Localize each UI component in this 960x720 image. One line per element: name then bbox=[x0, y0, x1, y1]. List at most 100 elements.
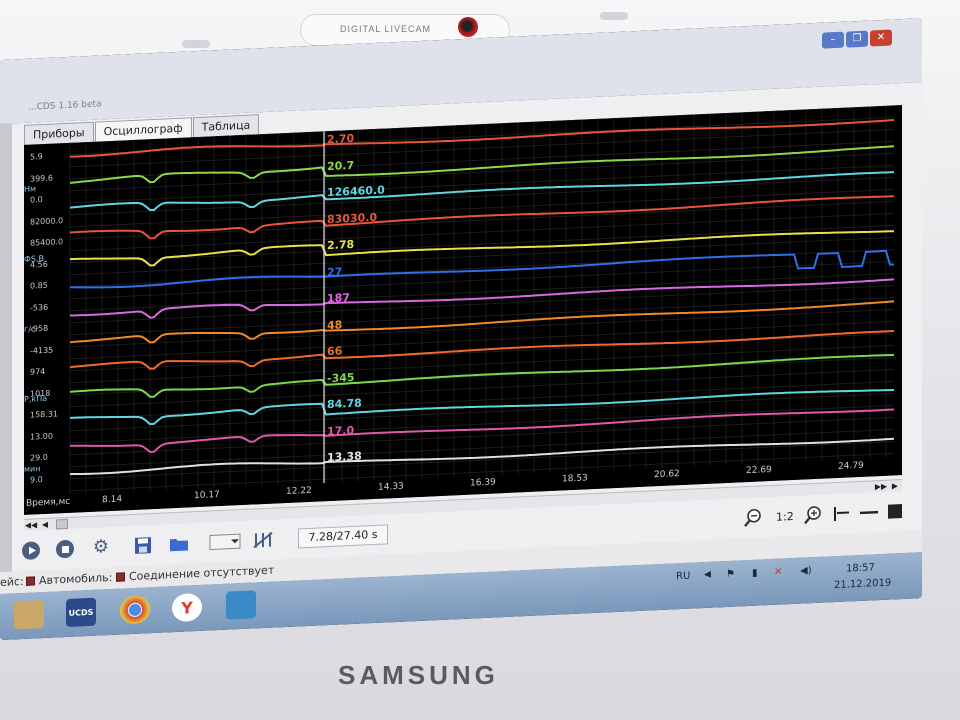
brand-logo: SAMSUNG bbox=[338, 660, 499, 690]
webcam-label: DIGITAL LIVECAM bbox=[340, 24, 432, 34]
play-icon bbox=[22, 541, 40, 561]
scroll-right-icon[interactable]: ▶ bbox=[888, 480, 902, 493]
language-indicator[interactable]: RU bbox=[676, 571, 690, 583]
tray-expand-icon[interactable]: ◀ bbox=[704, 570, 711, 580]
status-connection: Соединение отсутствует bbox=[116, 564, 274, 584]
value-label-ch3: 126460.0 bbox=[327, 183, 385, 200]
ucds-taskbar-icon[interactable]: UCDS bbox=[66, 597, 96, 628]
time-tick-label: 16.39 bbox=[470, 477, 496, 489]
save-icon bbox=[135, 537, 151, 554]
app-window: Приборы Осциллограф Таблица 5.9 399.6 0.0 8… bbox=[0, 82, 922, 595]
webcam-lens bbox=[458, 17, 478, 37]
chrome-taskbar-icon[interactable] bbox=[120, 595, 150, 625]
zoom-in-icon bbox=[804, 506, 821, 525]
zoom-out-icon bbox=[744, 508, 761, 527]
laptop-screen: ...CDS 1.16 beta – ❐ ✕ Приборы Осциллогр… bbox=[0, 18, 922, 641]
volume-icon[interactable]: ◀) bbox=[800, 565, 812, 577]
axis-unit-label: Р,кПа bbox=[24, 393, 48, 404]
y-scale-label: -4135 bbox=[30, 345, 54, 356]
scroll-right-end-icon[interactable]: ▶▶ bbox=[874, 481, 888, 494]
stop-button[interactable] bbox=[54, 539, 76, 560]
markers-button[interactable] bbox=[252, 530, 274, 551]
battery-icon[interactable]: ▮ bbox=[752, 568, 758, 579]
time-tick-label: 20.62 bbox=[654, 469, 680, 481]
line-button[interactable] bbox=[858, 502, 880, 523]
y-scale-label: 0.85 bbox=[30, 280, 48, 291]
open-button[interactable] bbox=[168, 533, 190, 554]
yandex-taskbar-icon[interactable]: Y bbox=[172, 592, 202, 623]
value-label-ch12: 17.0 bbox=[327, 423, 355, 438]
time-position-field[interactable]: 7.28/27.40 s bbox=[298, 524, 388, 549]
time-axis-label: Время,мс bbox=[26, 496, 71, 509]
play-button[interactable] bbox=[20, 540, 42, 561]
y-scale-label: 399.6 bbox=[30, 173, 53, 184]
scope-grid bbox=[69, 105, 894, 495]
zoom-out-button[interactable] bbox=[742, 507, 764, 528]
value-label-ch7: 187 bbox=[327, 291, 350, 306]
network-icon[interactable]: ✕ bbox=[774, 566, 782, 577]
value-label-ch4: 83030.0 bbox=[327, 210, 378, 226]
y-scale-label: 82000.0 bbox=[30, 215, 64, 227]
dropdown-icon bbox=[209, 533, 241, 550]
minimize-button[interactable]: – bbox=[822, 31, 844, 49]
trace-ch11 bbox=[70, 388, 894, 426]
value-label-ch1: 2.70 bbox=[327, 131, 355, 147]
filled-square-icon bbox=[888, 504, 902, 519]
y-scale-label: 29.0 bbox=[30, 452, 48, 463]
close-button[interactable]: ✕ bbox=[870, 29, 892, 47]
fill-button[interactable] bbox=[884, 501, 906, 522]
value-label-ch2: 20.7 bbox=[327, 158, 355, 173]
time-tick-label: 24.79 bbox=[838, 460, 864, 472]
time-tick-label: 22.69 bbox=[746, 464, 772, 477]
clock-time[interactable]: 18:57 bbox=[846, 562, 875, 574]
time-tick-label: 12.22 bbox=[286, 485, 312, 498]
file-manager-taskbar-icon[interactable] bbox=[14, 600, 44, 630]
status-connection-label: Соединение отсутствует bbox=[129, 563, 275, 584]
y-scale-labels: 5.9 399.6 0.0 82000.0 85400.0 4.56 0.85 -536 -95… bbox=[24, 143, 70, 497]
save-button[interactable] bbox=[132, 535, 154, 556]
value-label-ch13: 13.38 bbox=[327, 449, 362, 465]
y-scale-label: 5.9 bbox=[30, 152, 43, 162]
zoom-in-button[interactable] bbox=[802, 505, 824, 526]
time-tick-label: 8.14 bbox=[102, 494, 123, 506]
cursor-button[interactable] bbox=[830, 503, 852, 524]
bezel-bump-left bbox=[182, 40, 210, 48]
y-scale-label: 974 bbox=[30, 366, 46, 377]
value-label-ch8: 48 bbox=[327, 317, 343, 332]
car-status-icon bbox=[26, 576, 35, 586]
value-label-ch9: 66 bbox=[327, 344, 343, 359]
time-tick-label: 14.33 bbox=[378, 481, 404, 493]
photo-stage: DIGITAL LIVECAM SAMSUNG ...CDS 1.16 beta… bbox=[0, 0, 960, 720]
scroll-left-icon[interactable]: ◀ bbox=[38, 519, 52, 532]
clock-date[interactable]: 21.12.2019 bbox=[834, 578, 891, 592]
window-controls: – ❐ ✕ bbox=[822, 29, 892, 49]
scroll-thumb[interactable] bbox=[56, 518, 68, 530]
status-car: Автомобиль: bbox=[26, 571, 112, 588]
zoom-ratio: 1:2 bbox=[776, 509, 794, 524]
stop-icon bbox=[56, 539, 74, 559]
status-car-label: Автомобиль: bbox=[39, 570, 113, 588]
value-label-ch10: -345 bbox=[327, 370, 355, 385]
connection-status-icon bbox=[116, 572, 125, 582]
channel-select-button[interactable] bbox=[208, 531, 242, 553]
scroll-left-end-icon[interactable]: ◀◀ bbox=[24, 519, 38, 532]
axis-unit-label: Нм bbox=[24, 184, 37, 194]
bezel-bump-right bbox=[600, 12, 628, 20]
settings-button[interactable]: ⚙ bbox=[90, 536, 112, 558]
flag-icon[interactable]: ⚑ bbox=[726, 569, 735, 580]
value-label-ch6: 27 bbox=[327, 264, 343, 279]
oscilloscope-panel[interactable]: 5.9 399.6 0.0 82000.0 85400.0 4.56 0.85 -536 -95… bbox=[24, 105, 902, 515]
messenger-taskbar-icon[interactable] bbox=[226, 590, 256, 620]
y-scale-label: 158.31 bbox=[30, 409, 58, 420]
time-tick-label: 10.17 bbox=[194, 490, 220, 502]
restore-button[interactable]: ❐ bbox=[846, 30, 868, 48]
axis-unit-label: г/с bbox=[24, 324, 36, 334]
value-label-ch11: 84.78 bbox=[327, 396, 362, 412]
y-scale-label: 0.0 bbox=[30, 195, 43, 205]
y-scale-label: -536 bbox=[30, 302, 49, 313]
cursor-marker-icon bbox=[834, 507, 849, 522]
gear-icon: ⚙ bbox=[92, 536, 110, 558]
oscilloscope-plot[interactable] bbox=[24, 105, 902, 497]
y-scale-label: 9.0 bbox=[30, 474, 43, 485]
time-tick-label: 18.53 bbox=[562, 473, 588, 485]
